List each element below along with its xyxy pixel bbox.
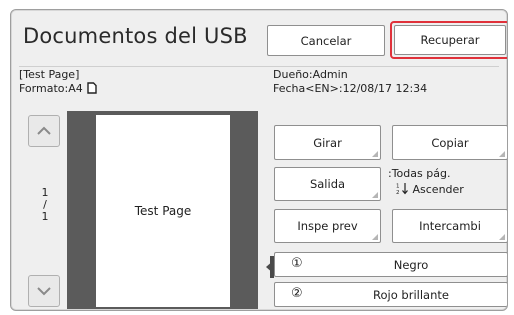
document-format: Formato:A4 [19, 82, 83, 95]
svg-text:1: 1 [396, 184, 400, 190]
output-order-text: Ascender [412, 183, 464, 196]
document-format-row: Formato:A4 [19, 82, 97, 96]
svg-text:2: 2 [396, 190, 400, 195]
output-pages-text: :Todas pág. [388, 167, 451, 180]
page-total: 1 [41, 210, 49, 223]
chevron-down-icon [37, 287, 51, 296]
output-order-row: 1 2 Ascender [396, 182, 464, 197]
drum-1-number: ① [291, 256, 303, 271]
header-divider [19, 66, 499, 67]
preview-page-text: Test Page [134, 204, 192, 218]
usb-documents-panel: Documentos del USB Cancelar Recuperar [T… [10, 9, 508, 311]
recover-button[interactable]: Recuperar [394, 25, 506, 55]
inspect-preview-button[interactable]: Inspe prev [274, 209, 381, 243]
copy-button[interactable]: Copiar [392, 125, 507, 160]
output-button[interactable]: Salida [274, 167, 381, 201]
screen: Documentos del USB Cancelar Recuperar [T… [0, 0, 514, 315]
page-title: Documentos del USB [23, 24, 248, 48]
cancel-button[interactable]: Cancelar [267, 25, 385, 56]
drum-2-number: ② [291, 286, 303, 301]
drum-1-color: Negro [393, 258, 429, 272]
chevron-up-icon [37, 126, 51, 135]
document-date: Fecha<EN>:12/08/17 12:34 [273, 82, 428, 95]
preview-page: Test Page [96, 115, 230, 307]
exchange-button[interactable]: Intercambi [392, 209, 507, 243]
rotate-button[interactable]: Girar [274, 125, 381, 160]
page-up-button[interactable] [28, 115, 60, 147]
color-drum-1-row[interactable]: ① Negro [274, 252, 507, 277]
color-drum-2-row[interactable]: ② Rojo brillante [274, 282, 507, 307]
ascending-sort-icon: 1 2 [396, 183, 408, 196]
drum-2-color: Rojo brillante [373, 288, 449, 302]
page-down-button[interactable] [28, 275, 60, 307]
document-owner: Dueño:Admin [273, 68, 348, 81]
color-selector-arrow-icon [266, 260, 274, 274]
document-name: [Test Page] [19, 68, 80, 81]
portrait-page-icon [87, 82, 97, 94]
